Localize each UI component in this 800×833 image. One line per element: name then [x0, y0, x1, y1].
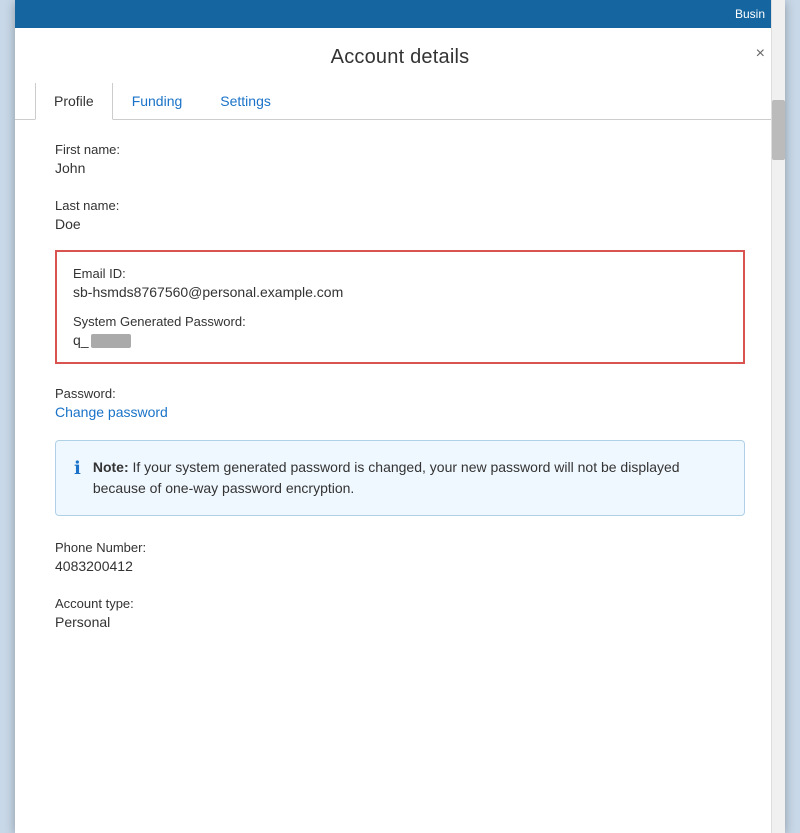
first-name-field: First name: John	[55, 142, 745, 176]
modal-header: Account details ×	[15, 28, 785, 83]
email-field: Email ID: sb-hsmds8767560@personal.examp…	[73, 266, 727, 300]
brand-text: Busin	[735, 7, 765, 21]
account-type-value: Personal	[55, 614, 745, 630]
password-label: Password:	[55, 386, 745, 401]
modal-overlay: Busin Account details × Profile Funding …	[0, 0, 800, 833]
email-label: Email ID:	[73, 266, 727, 281]
note-box: ℹ Note: If your system generated passwor…	[55, 440, 745, 516]
change-password-link[interactable]: Change password	[55, 404, 168, 420]
email-password-highlight-box: Email ID: sb-hsmds8767560@personal.examp…	[55, 250, 745, 364]
account-details-modal: Busin Account details × Profile Funding …	[15, 0, 785, 833]
system-password-field: System Generated Password: q_	[73, 314, 727, 348]
system-password-value: q_	[73, 332, 727, 348]
phone-value: 4083200412	[55, 558, 745, 574]
phone-field: Phone Number: 4083200412	[55, 540, 745, 574]
password-field: Password: Change password	[55, 386, 745, 422]
note-bold: Note:	[93, 459, 129, 475]
last-name-field: Last name: Doe	[55, 198, 745, 232]
tabs-container: Profile Funding Settings	[15, 83, 785, 120]
note-content: If your system generated password is cha…	[93, 459, 680, 496]
last-name-label: Last name:	[55, 198, 745, 213]
modal-title: Account details	[55, 46, 745, 69]
system-password-label: System Generated Password:	[73, 314, 727, 329]
account-type-field: Account type: Personal	[55, 596, 745, 630]
top-bar: Busin	[15, 0, 785, 28]
phone-label: Phone Number:	[55, 540, 745, 555]
tab-settings[interactable]: Settings	[201, 83, 290, 120]
system-password-blurred	[91, 334, 131, 348]
account-type-label: Account type:	[55, 596, 745, 611]
close-button[interactable]: ×	[750, 42, 771, 66]
first-name-label: First name:	[55, 142, 745, 157]
info-icon: ℹ	[74, 458, 81, 479]
email-value: sb-hsmds8767560@personal.example.com	[73, 284, 727, 300]
scrollbar[interactable]	[771, 0, 785, 833]
tab-funding[interactable]: Funding	[113, 83, 202, 120]
note-text: Note: If your system generated password …	[93, 457, 726, 499]
system-password-prefix: q_	[73, 332, 89, 348]
first-name-value: John	[55, 160, 745, 176]
last-name-value: Doe	[55, 216, 745, 232]
scrollbar-thumb[interactable]	[772, 100, 785, 160]
tab-profile[interactable]: Profile	[35, 83, 113, 120]
profile-tab-content: First name: John Last name: Doe Email ID…	[15, 120, 785, 674]
